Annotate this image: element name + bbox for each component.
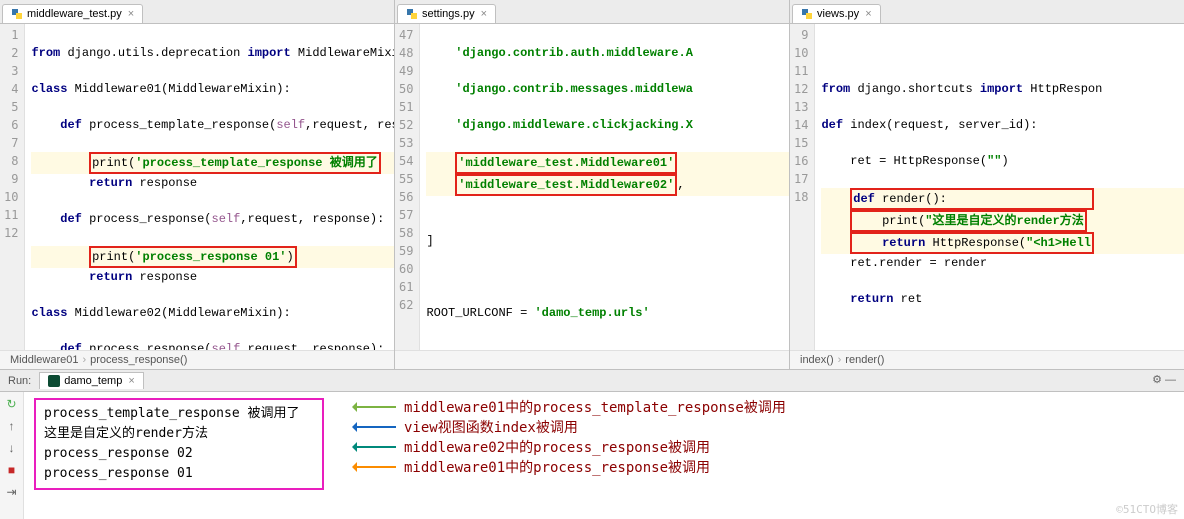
gear-icon[interactable]: ⚙ — — [1152, 373, 1176, 386]
down-button[interactable]: ↓ — [4, 440, 20, 456]
python-file-icon — [801, 8, 813, 20]
run-config-name: damo_temp — [64, 375, 122, 387]
gutter-mid: 47484950515253545556575859606162 — [395, 24, 420, 350]
tabbar-right: views.py × — [790, 0, 1184, 24]
editor-pane-mid: settings.py × 47484950515253545556575859… — [395, 0, 790, 369]
tab-label: views.py — [817, 8, 859, 20]
stop-button[interactable]: ■ — [4, 462, 20, 478]
breadcrumb-right: index()›render() — [790, 350, 1184, 369]
console-line: process_response 02 — [44, 444, 314, 464]
close-icon[interactable]: × — [481, 8, 487, 20]
run-header: Run: damo_temp × ⚙ — — [0, 370, 1184, 392]
tabbar-left: middleware_test.py × — [0, 0, 394, 24]
annotation-line: middleware02中的process_response被调用 — [404, 438, 786, 458]
wrap-button[interactable]: ⇥ — [4, 484, 20, 500]
close-icon[interactable]: × — [865, 8, 871, 20]
console-highlight-box: process_template_response 被调用了 这里是自定义的re… — [34, 398, 324, 490]
tab-label: settings.py — [422, 8, 475, 20]
code-right[interactable]: from django.shortcuts import HttpRespon … — [815, 24, 1184, 350]
editor-pane-right: views.py × 9101112131415161718 from djan… — [790, 0, 1184, 369]
close-icon[interactable]: × — [128, 375, 134, 387]
run-label: Run: — [0, 375, 39, 387]
annotation-line: middleware01中的process_template_response被… — [404, 398, 786, 418]
arrow-icon — [356, 426, 396, 428]
breadcrumb-left: Middleware01›process_response() — [0, 350, 394, 369]
tabbar-mid: settings.py × — [395, 0, 789, 24]
close-icon[interactable]: × — [128, 8, 134, 20]
code-area-left[interactable]: 123456789101112 from django.utils.deprec… — [0, 24, 394, 350]
arrow-icon — [356, 406, 396, 408]
editor-pane-left: middleware_test.py × 123456789101112 fro… — [0, 0, 395, 369]
breadcrumb-mid — [395, 350, 789, 369]
arrow-icon — [356, 466, 396, 468]
python-file-icon — [406, 8, 418, 20]
tab-label: middleware_test.py — [27, 8, 122, 20]
run-panel: Run: damo_temp × ⚙ — ↻ ↑ ↓ ■ ⇥ process_t… — [0, 370, 1184, 519]
console-output[interactable]: process_template_response 被调用了 这里是自定义的re… — [24, 392, 1184, 519]
run-toolbar: ↻ ↑ ↓ ■ ⇥ — [0, 392, 24, 519]
code-area-mid[interactable]: 47484950515253545556575859606162 'django… — [395, 24, 789, 350]
code-mid[interactable]: 'django.contrib.auth.middleware.A 'djang… — [420, 24, 789, 350]
console-line: process_template_response 被调用了 — [44, 404, 314, 424]
gutter-left: 123456789101112 — [0, 24, 25, 350]
console-line: process_response 01 — [44, 464, 314, 484]
code-area-right[interactable]: 9101112131415161718 from django.shortcut… — [790, 24, 1184, 350]
rerun-button[interactable]: ↻ — [4, 396, 20, 412]
tab-views[interactable]: views.py × — [792, 4, 881, 23]
console-line: 这里是自定义的render方法 — [44, 424, 314, 444]
tab-middleware-test[interactable]: middleware_test.py × — [2, 4, 143, 23]
up-button[interactable]: ↑ — [4, 418, 20, 434]
annotations: middleware01中的process_template_response被… — [404, 398, 786, 478]
tab-settings[interactable]: settings.py × — [397, 4, 496, 23]
gutter-right: 9101112131415161718 — [790, 24, 815, 350]
watermark: ©51CTO博客 — [1116, 501, 1178, 517]
django-icon — [48, 375, 60, 387]
code-left[interactable]: from django.utils.deprecation import Mid… — [25, 24, 394, 350]
arrow-icon — [356, 446, 396, 448]
annotation-line: view视图函数index被调用 — [404, 418, 786, 438]
run-config-tab[interactable]: damo_temp × — [39, 372, 144, 389]
python-file-icon — [11, 8, 23, 20]
annotation-line: middleware01中的process_response被调用 — [404, 458, 786, 478]
